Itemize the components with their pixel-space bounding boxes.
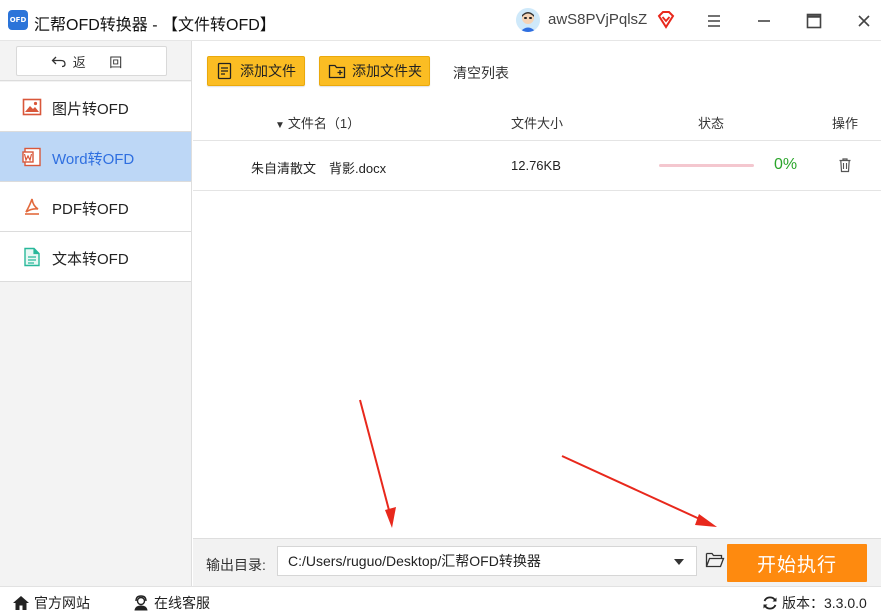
status-bar: 官方网站 在线客服 版本：3.3.0.0 [0,586,881,616]
official-website-link[interactable]: 官方网站 [12,593,90,613]
output-dir-value: C:/Users/ruguo/Desktop/汇帮OFD转换器 [288,553,541,569]
add-folder-label: 添加文件夹 [352,63,422,79]
vip-diamond-icon[interactable] [656,10,676,30]
column-header-name[interactable]: ▼ 文件名（1） [275,113,360,132]
back-button-label: 返 回 [72,54,133,70]
start-button[interactable]: 开始执行 [727,544,867,582]
sidebar-item-pdf-to-ofd[interactable]: PDF转OFD [0,182,191,232]
sidebar-item-label: PDF转OFD [52,201,129,218]
sort-desc-icon: ▼ [275,120,285,131]
image-icon [22,97,42,117]
toolbar: 添加文件 添加文件夹 清空列表 [193,41,881,101]
file-list-area [193,191,881,538]
sidebar-item-text-to-ofd[interactable]: 文本转OFD [0,232,191,282]
progress-bar [659,164,754,167]
menu-icon[interactable] [701,8,727,34]
file-size: 12.76KB [511,158,561,173]
back-button[interactable]: 返 回 [16,46,167,76]
open-folder-icon[interactable] [705,551,725,572]
sidebar-item-label: 文本转OFD [52,251,129,268]
table-row[interactable]: 朱自清散文 背影.docx 12.76KB 0% [193,141,881,191]
online-support-link[interactable]: 在线客服 [132,593,210,613]
title-bar: OFD 汇帮OFD转换器 - 【文件转OFD】 awS8PVjPqlsZ [0,0,881,41]
sidebar-item-word-to-ofd[interactable]: Word转OFD [0,132,191,182]
output-bar: 输出目录: C:/Users/ruguo/Desktop/汇帮OFD转换器 开始… [193,538,881,586]
refresh-icon [763,596,777,610]
minimize-icon[interactable] [751,8,777,34]
add-file-button[interactable]: 添加文件 [207,56,305,86]
delete-icon[interactable] [837,157,853,176]
official-website-label: 官方网站 [34,595,90,611]
column-header-size: 文件大小 [511,116,564,131]
home-icon [13,596,29,610]
text-file-icon [22,247,42,267]
progress-percent: 0% [774,156,798,173]
sidebar-item-label: 图片转OFD [52,101,129,118]
sidebar: 返 回 图片转OFD Word转OFD PDF转OFD 文本转OFD [0,41,192,586]
add-file-icon [217,62,232,80]
avatar[interactable] [516,8,540,32]
close-icon[interactable] [851,8,877,34]
sidebar-item-image-to-ofd[interactable]: 图片转OFD [0,82,191,132]
add-file-label: 添加文件 [240,63,296,79]
version-info[interactable]: 版本：3.3.0.0 [762,593,867,613]
file-table-header: ▼ 文件名（1） 文件大小 状态 操作 [193,101,881,141]
column-header-status: 状态 [698,116,725,131]
maximize-icon[interactable] [801,8,827,34]
clear-list-button[interactable]: 清空列表 [453,63,509,83]
output-dir-select[interactable]: C:/Users/ruguo/Desktop/汇帮OFD转换器 [277,546,697,576]
pdf-icon [22,197,42,217]
support-agent-icon [134,595,148,611]
chevron-down-icon [674,559,684,565]
add-folder-button[interactable]: 添加文件夹 [319,56,430,86]
window-title: 汇帮OFD转换器 - 【文件转OFD】 [34,17,276,34]
file-name: 朱自清散文 背影.docx [251,161,387,176]
sidebar-item-label: Word转OFD [52,151,135,168]
app-logo-icon: OFD [8,10,28,30]
output-dir-label: 输出目录: [206,557,266,573]
add-folder-icon [328,64,346,79]
word-icon [22,147,42,167]
username[interactable]: awS8PVjPqlsZ [548,11,647,28]
online-support-label: 在线客服 [154,595,210,611]
back-arrow-icon [51,56,66,68]
column-header-action: 操作 [832,116,859,131]
sidebar-divider [0,80,192,81]
version-label: 版本：3.3.0.0 [782,595,867,611]
